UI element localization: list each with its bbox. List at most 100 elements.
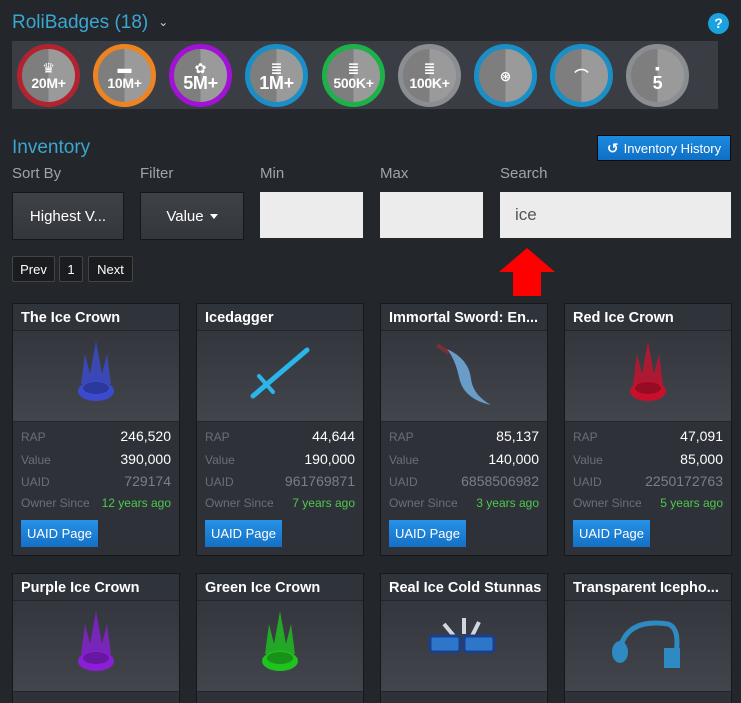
item-card: Transparent Icepho...	[564, 573, 732, 703]
badge-dominus[interactable]: ⊛	[474, 44, 537, 107]
rolibadges-toggle[interactable]: RoliBadges (18) ⌄	[12, 12, 168, 34]
uaid-page-button[interactable]: UAID Page	[205, 520, 282, 547]
sort-by-label: Sort By	[12, 165, 62, 182]
item-name[interactable]: Immortal Sword: En...	[381, 304, 547, 331]
item-name[interactable]: Green Ice Crown	[197, 574, 363, 601]
badge-label: 5M+	[183, 72, 218, 93]
rap-label: RAP	[389, 430, 414, 444]
value-label: Value	[389, 452, 419, 467]
item-stats: RAP 47,091 Value 85,000 UAID 2250172763 Own…	[565, 422, 731, 547]
rap-value: 47,091	[680, 428, 723, 444]
value-label: Value	[205, 452, 235, 467]
search-label: Search	[500, 165, 548, 182]
prev-page-button[interactable]: Prev	[12, 256, 55, 282]
uaid-page-button[interactable]: UAID Page	[389, 520, 466, 547]
item-thumbnail[interactable]	[381, 331, 547, 422]
crown-icon: ♛	[42, 59, 55, 76]
item-name[interactable]: Icedagger	[197, 304, 363, 331]
sparkle-hat-icon: ⌒	[574, 67, 589, 84]
chest-icon: ▬	[117, 59, 132, 76]
item-thumbnail[interactable]	[565, 601, 731, 692]
item-thumbnail[interactable]	[13, 601, 179, 692]
item-image-icon	[608, 614, 688, 679]
badge-1m-plus[interactable]: ≣ 1M+	[245, 44, 308, 107]
item-card: Immortal Sword: En... RAP 85,137 Value 140…	[380, 303, 548, 556]
uaid-label: UAID	[21, 475, 50, 489]
badge-label: 1M+	[259, 72, 294, 93]
value-label: Value	[21, 452, 51, 467]
badge-10m-plus[interactable]: ▬ 10M+	[93, 44, 156, 107]
owner-since-value: 12 years ago	[101, 495, 171, 510]
caret-down-icon	[209, 213, 218, 219]
uaid-label: UAID	[389, 475, 418, 489]
badge-100k-plus[interactable]: ≣ 100K+	[398, 44, 461, 107]
uaid-page-button[interactable]: UAID Page	[21, 520, 98, 547]
sort-by-dropdown[interactable]: Highest V...	[12, 192, 124, 240]
item-image-icon	[623, 339, 673, 414]
item-card: Purple Ice Crown	[12, 573, 180, 703]
uaid-page-button[interactable]: UAID Page	[573, 520, 650, 547]
arrow-shape	[499, 248, 555, 296]
badge-20m-plus[interactable]: ♛ 20M+	[17, 44, 80, 107]
min-input[interactable]	[260, 192, 363, 238]
owner-since-label: Owner Since	[21, 495, 90, 510]
filter-label: Filter	[140, 165, 174, 182]
item-name[interactable]: Transparent Icepho...	[565, 574, 731, 601]
item-name[interactable]: The Ice Crown	[13, 304, 179, 331]
item-image-icon	[71, 339, 121, 414]
badge-label: 5	[652, 72, 663, 93]
badge-label: 20M+	[31, 74, 66, 91]
uaid-value: 961769871	[284, 473, 355, 489]
item-thumbnail[interactable]	[197, 601, 363, 692]
badge-label: 100K+	[409, 74, 450, 91]
item-image-icon	[424, 614, 504, 679]
inventory-history-label: Inventory History	[623, 140, 722, 156]
uaid-label: UAID	[205, 475, 234, 489]
uaid-value: 729174	[124, 473, 171, 489]
item-thumbnail[interactable]	[197, 331, 363, 422]
filter-value: Value	[166, 207, 204, 225]
badge-5[interactable]: ▪ 5	[626, 44, 689, 107]
item-image-icon	[71, 609, 121, 684]
inventory-title: Inventory	[12, 137, 91, 158]
item-image-icon	[245, 344, 315, 409]
uaid-label: UAID	[573, 475, 602, 489]
item-thumbnail[interactable]	[565, 331, 731, 422]
value-value: 190,000	[304, 450, 355, 467]
badge-label: 10M+	[107, 74, 142, 91]
item-name[interactable]: Purple Ice Crown	[13, 574, 179, 601]
item-name[interactable]: Real Ice Cold Stunnas	[381, 574, 547, 601]
item-stats: RAP 44,644 Value 190,000 UAID 961769871 Own…	[197, 422, 363, 547]
uaid-value: 6858506982	[461, 473, 539, 489]
filter-dropdown[interactable]: Value	[140, 192, 244, 240]
item-stats: RAP 246,520 Value 390,000 UAID 729174 Owner…	[13, 422, 179, 547]
rap-label: RAP	[21, 430, 46, 444]
badge-500k-plus[interactable]: ≣ 500K+	[322, 44, 385, 107]
next-page-button[interactable]: Next	[88, 256, 133, 282]
rap-value: 85,137	[496, 428, 539, 444]
owner-since-label: Owner Since	[389, 495, 458, 510]
search-input[interactable]	[500, 192, 731, 238]
item-card: Real Ice Cold Stunnas	[380, 573, 548, 703]
page-number-button[interactable]: 1	[59, 256, 83, 282]
owner-since-value: 7 years ago	[292, 495, 355, 510]
help-icon[interactable]: ?	[708, 13, 729, 34]
item-name[interactable]: Red Ice Crown	[565, 304, 731, 331]
value-label: Value	[573, 452, 603, 467]
item-card: The Ice Crown RAP 246,520 Value 390,000 UA…	[12, 303, 180, 556]
owner-since-label: Owner Since	[573, 495, 642, 510]
history-icon: ↺	[606, 139, 619, 156]
item-card: Red Ice Crown RAP 47,091 Value 85,000 UAID…	[564, 303, 732, 556]
value-value: 140,000	[488, 450, 539, 467]
badge-sparkle-hat[interactable]: ⌒	[550, 44, 613, 107]
item-thumbnail[interactable]	[13, 331, 179, 422]
coin-stack-icon: ≣	[423, 59, 436, 76]
owner-since-value: 3 years ago	[476, 495, 539, 510]
inventory-history-button[interactable]: ↺ Inventory History	[597, 135, 731, 161]
badge-5m-plus[interactable]: ✿ 5M+	[169, 44, 232, 107]
max-input[interactable]	[380, 192, 483, 238]
max-label: Max	[380, 165, 409, 182]
item-card: Green Ice Crown	[196, 573, 364, 703]
item-thumbnail[interactable]	[381, 601, 547, 692]
value-value: 390,000	[120, 450, 171, 467]
